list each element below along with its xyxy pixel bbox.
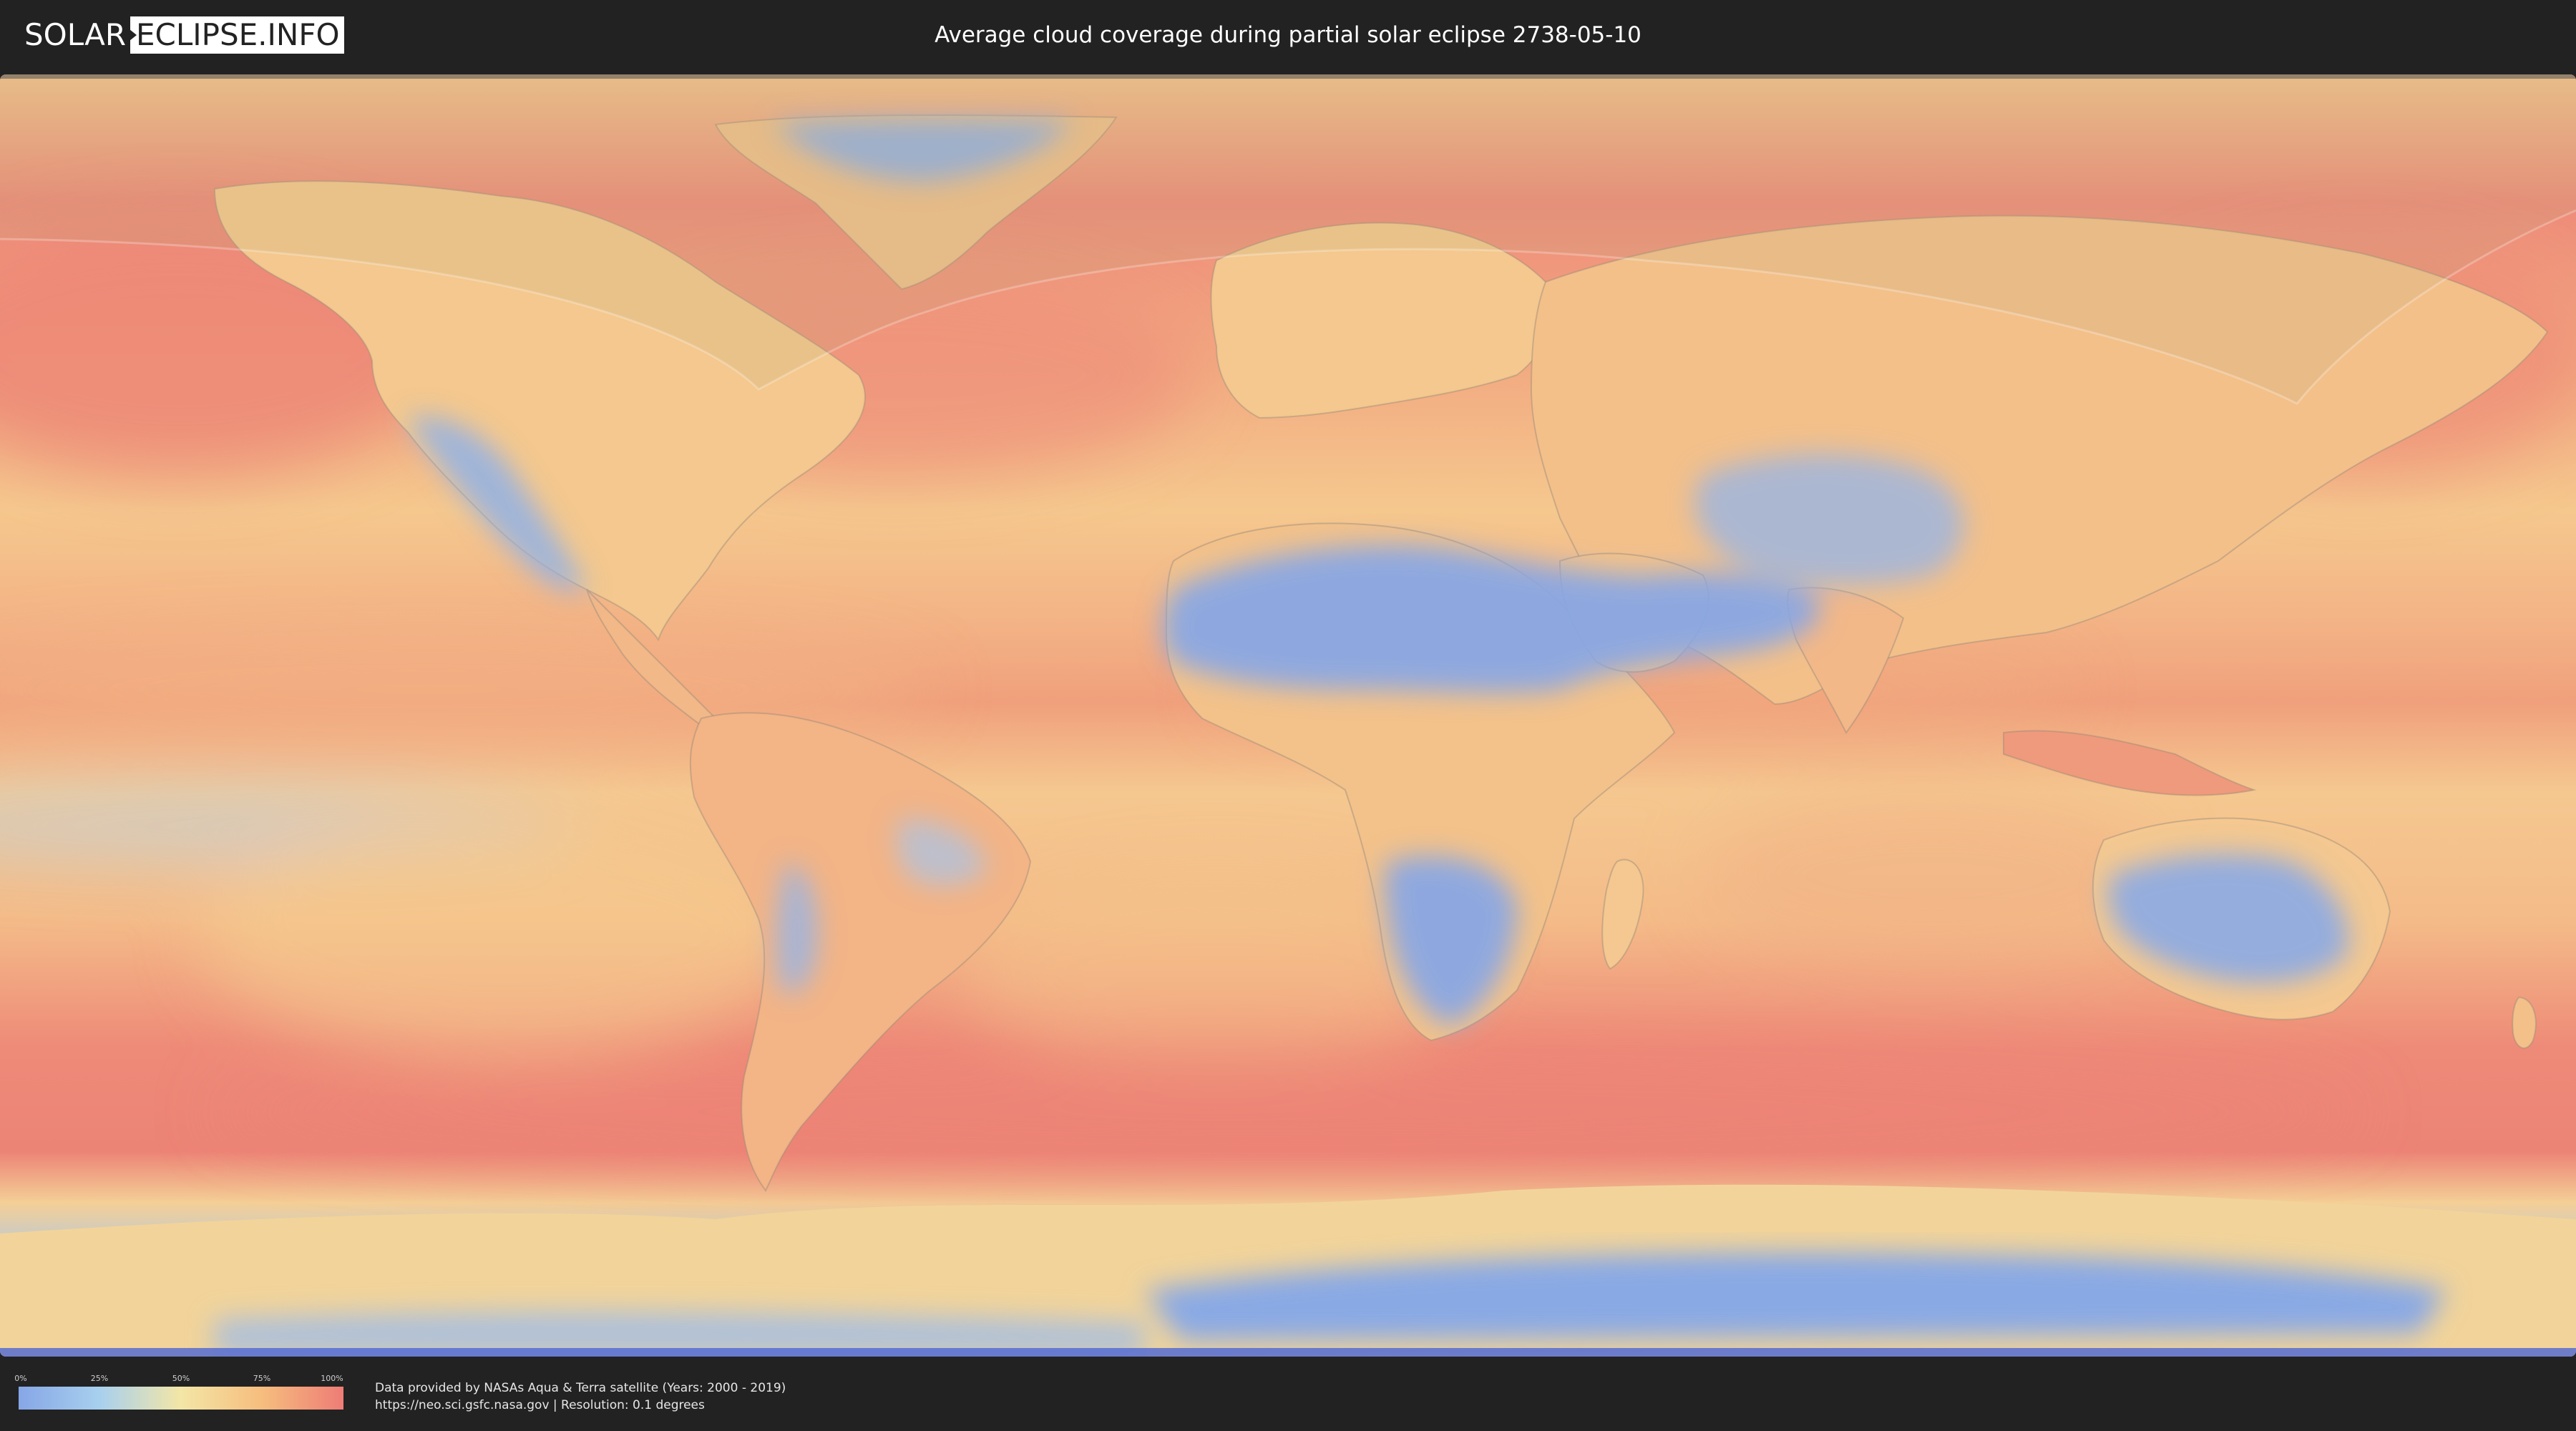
header: SOLAR ECLIPSE.INFO Average cloud coverag…	[0, 0, 2576, 72]
page: SOLAR ECLIPSE.INFO Average cloud coverag…	[0, 0, 2576, 1431]
legend-ticks: 0% 25% 50% 75% 100%	[14, 1374, 343, 1387]
cloud-coverage-map[interactable]	[0, 74, 2576, 1357]
data-credits: Data provided by NASAs Aqua & Terra sate…	[375, 1379, 786, 1414]
legend-tick-0: 0%	[14, 1374, 27, 1383]
footer: 0% 25% 50% 75% 100% Data provided by NAS…	[0, 1357, 2576, 1431]
legend-tick-75: 75%	[253, 1374, 271, 1383]
legend-tick-100: 100%	[321, 1374, 343, 1383]
legend-tick-25: 25%	[90, 1374, 109, 1383]
legend-tick-50: 50%	[172, 1374, 190, 1383]
credits-line-2: https://neo.sci.gsfc.nasa.gov | Resoluti…	[375, 1398, 705, 1412]
map-svg	[0, 74, 2576, 1357]
credits-line-1: Data provided by NASAs Aqua & Terra sate…	[375, 1381, 786, 1395]
page-title: Average cloud coverage during partial so…	[935, 22, 1641, 48]
cloud-coverage-legend: 0% 25% 50% 75% 100%	[14, 1374, 343, 1410]
legend-color-bar	[19, 1387, 343, 1410]
